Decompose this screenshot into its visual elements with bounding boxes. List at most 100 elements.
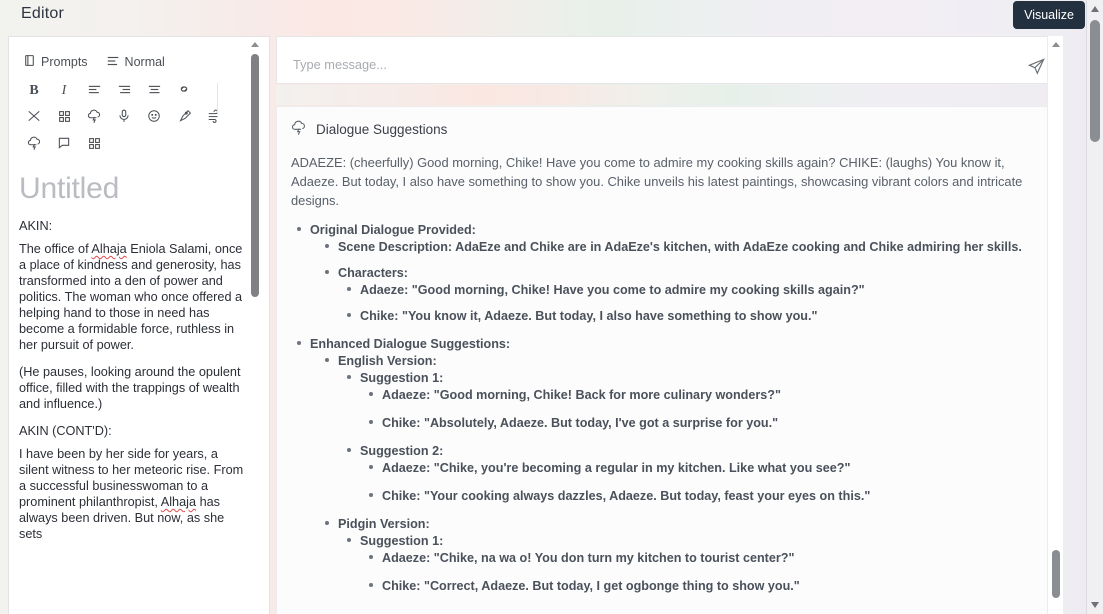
dialogue-suggestions-card: Dialogue Suggestions ADAEZE: (cheerfully… — [276, 106, 1059, 614]
pen-nib-button[interactable] — [173, 107, 195, 129]
suggestion-row: English Version: — [325, 353, 1058, 370]
visualize-button[interactable]: Visualize — [1013, 1, 1085, 29]
suggestion-row: Chike: "Correct, Adaeze. But today, I ge… — [369, 578, 1058, 595]
suggestion-row: Suggestion 1: — [347, 533, 1058, 550]
script-editor-panel: Prompts Normal B I Untitled AKIN: The of… — [8, 36, 270, 614]
window-scrollbar[interactable] — [1086, 0, 1103, 614]
card-header: Dialogue Suggestions — [277, 107, 1058, 139]
scroll-up-arrow-icon[interactable] — [1052, 42, 1060, 47]
scroll-up-arrow-icon[interactable] — [251, 42, 259, 47]
document-title[interactable]: Untitled — [19, 172, 269, 206]
bullet-dot — [325, 244, 329, 248]
suggestion-text: Chike: "Correct, Adaeze. But today, I ge… — [382, 579, 800, 593]
emoji-button[interactable] — [143, 107, 165, 129]
suggestion-row: Pidgin Version: — [325, 516, 1058, 533]
suggestion-sublist: Adaeze: "Good morning, Chike! Back for m… — [347, 387, 1058, 432]
wind-icon — [207, 109, 221, 126]
suggestion-text: Original Dialogue Provided: — [310, 223, 476, 237]
ai-suggest-button[interactable] — [23, 134, 45, 156]
window-scroll-up-icon[interactable] — [1091, 6, 1099, 12]
wind-button[interactable] — [203, 107, 225, 129]
comment-button[interactable] — [53, 134, 75, 156]
bullet-dot — [325, 358, 329, 362]
text-style-dropdown[interactable]: Normal — [106, 51, 165, 73]
editor-scrollbar-thumb[interactable] — [251, 54, 259, 297]
bullet-dot — [369, 555, 373, 559]
assistant-scrollbar-thumb[interactable] — [1052, 550, 1060, 598]
suggestion-item: Pidgin Version: Suggestion 1: Adaeze: "Chi… — [297, 516, 1058, 595]
suggestion-text: Pidgin Version: — [338, 517, 430, 531]
decorative-gradient-strip — [276, 85, 1059, 105]
shuffle-button[interactable] — [23, 107, 45, 129]
suggestion-row: Chike: "You know it, Adaeze. But today, … — [347, 308, 1058, 325]
link-icon — [176, 81, 192, 100]
bullet-dot — [347, 287, 351, 291]
suggestion-text: Enhanced Dialogue Suggestions: — [310, 337, 511, 351]
align-right-button[interactable] — [113, 80, 135, 102]
script-paragraph: I have been by her side for years, a sil… — [19, 447, 244, 541]
prompts-button[interactable]: Prompts — [23, 51, 88, 73]
suggestion-item: Adaeze: "Good morning, Chike! Back for m… — [347, 387, 1058, 404]
bullet-dot — [369, 392, 373, 396]
layout-grid-button[interactable] — [83, 134, 105, 156]
text-style-label: Normal — [124, 55, 165, 69]
script-paragraph: (He pauses, looking around the opulent o… — [19, 365, 241, 411]
suggestion-text: Adaeze: "Chike, na wa o! You don turn my… — [382, 551, 795, 565]
editor-panel-scrollbar[interactable] — [248, 37, 262, 613]
cloud-lightning-icon — [291, 120, 307, 139]
suggestion-text: Adaeze: "Good morning, Chike! Have you c… — [360, 283, 865, 297]
paper-plane-icon — [1027, 58, 1046, 79]
script-speaker-line: AKIN (CONT'D): — [19, 424, 112, 438]
send-button[interactable] — [1026, 57, 1046, 77]
italic-button[interactable]: I — [53, 80, 75, 102]
suggestion-row: Chike: "Your cooking always dazzles, Ada… — [369, 488, 1058, 505]
bullet-dot — [369, 583, 373, 587]
suggestion-sublist: Suggestion 1: Adaeze: "Chike, na wa o! Yo… — [325, 533, 1058, 595]
assistant-panel-scrollbar[interactable] — [1047, 36, 1063, 614]
suggestion-row: Scene Description: AdaEze and Chike are … — [325, 239, 1058, 256]
paragraph-format-icon — [106, 54, 120, 71]
suggestion-row: Enhanced Dialogue Suggestions: — [297, 336, 1058, 353]
bullet-dot — [325, 521, 329, 525]
suggestion-item: Suggestion 1: Adaeze: "Chike, na wa o! Yo… — [325, 533, 1058, 595]
suggestion-row: Suggestion 2: — [347, 443, 1058, 460]
toolbar-row-4 — [9, 131, 269, 158]
page-title: Editor — [21, 5, 64, 22]
align-right-icon — [117, 82, 132, 100]
suggestion-item: Enhanced Dialogue Suggestions: English Ve… — [277, 336, 1058, 595]
suggestion-item: Suggestion 1: Adaeze: "Good morning, Chik… — [325, 370, 1058, 432]
bullet-dot — [347, 375, 351, 379]
suggestion-item: Suggestion 2: Adaeze: "Chike, you're beco… — [325, 443, 1058, 505]
suggestion-row: Original Dialogue Provided: — [297, 222, 1058, 239]
message-composer — [276, 36, 1059, 84]
link-button[interactable] — [173, 80, 195, 102]
bullet-dot — [297, 341, 301, 345]
align-left-button[interactable] — [83, 80, 105, 102]
pen-nib-icon — [177, 109, 192, 126]
window-scroll-down-icon[interactable] — [1091, 602, 1099, 608]
dialogue-intro-text: ADAEZE: (cheerfully) Good morning, Chike… — [291, 155, 1023, 208]
editor-toolbar: Prompts Normal B I — [9, 37, 269, 158]
bullet-dot — [347, 448, 351, 452]
suggestion-row: Adaeze: "Chike, you're becoming a regula… — [369, 460, 1058, 477]
bold-button[interactable]: B — [23, 80, 45, 102]
ai-generate-button[interactable] — [83, 107, 105, 129]
microphone-button[interactable] — [113, 107, 135, 129]
align-center-button[interactable] — [143, 80, 165, 102]
suggestion-item: Characters: Adaeze: "Good morning, Chike!… — [297, 265, 1058, 325]
align-center-icon — [147, 82, 162, 100]
document-body[interactable]: AKIN: The office of Alhaja Eniola Salami,… — [9, 218, 269, 542]
smiley-icon — [147, 109, 161, 126]
suggestion-sublist: Adaeze: "Good morning, Chike! Have you c… — [325, 282, 1058, 325]
suggestion-item: Adaeze: "Good morning, Chike! Have you c… — [325, 282, 1058, 299]
suggestion-item: Adaeze: "Chike, na wa o! You don turn my… — [347, 550, 1058, 567]
suggestion-item: Scene Description: AdaEze and Chike are … — [297, 239, 1058, 256]
suggestion-item: Adaeze: "Chike, you're becoming a regula… — [347, 460, 1058, 477]
script-paragraph: The office of Alhaja Eniola Salami, once… — [19, 242, 243, 352]
window-scrollbar-thumb[interactable] — [1090, 20, 1100, 142]
grid-button[interactable] — [53, 107, 75, 129]
suggestion-sublist: Adaeze: "Chike, you're becoming a regula… — [347, 460, 1058, 505]
message-input[interactable] — [291, 37, 1011, 83]
suggestion-item: Chike: "Absolutely, Adaeze. But today, I… — [347, 415, 1058, 432]
card-title: Dialogue Suggestions — [316, 122, 448, 137]
